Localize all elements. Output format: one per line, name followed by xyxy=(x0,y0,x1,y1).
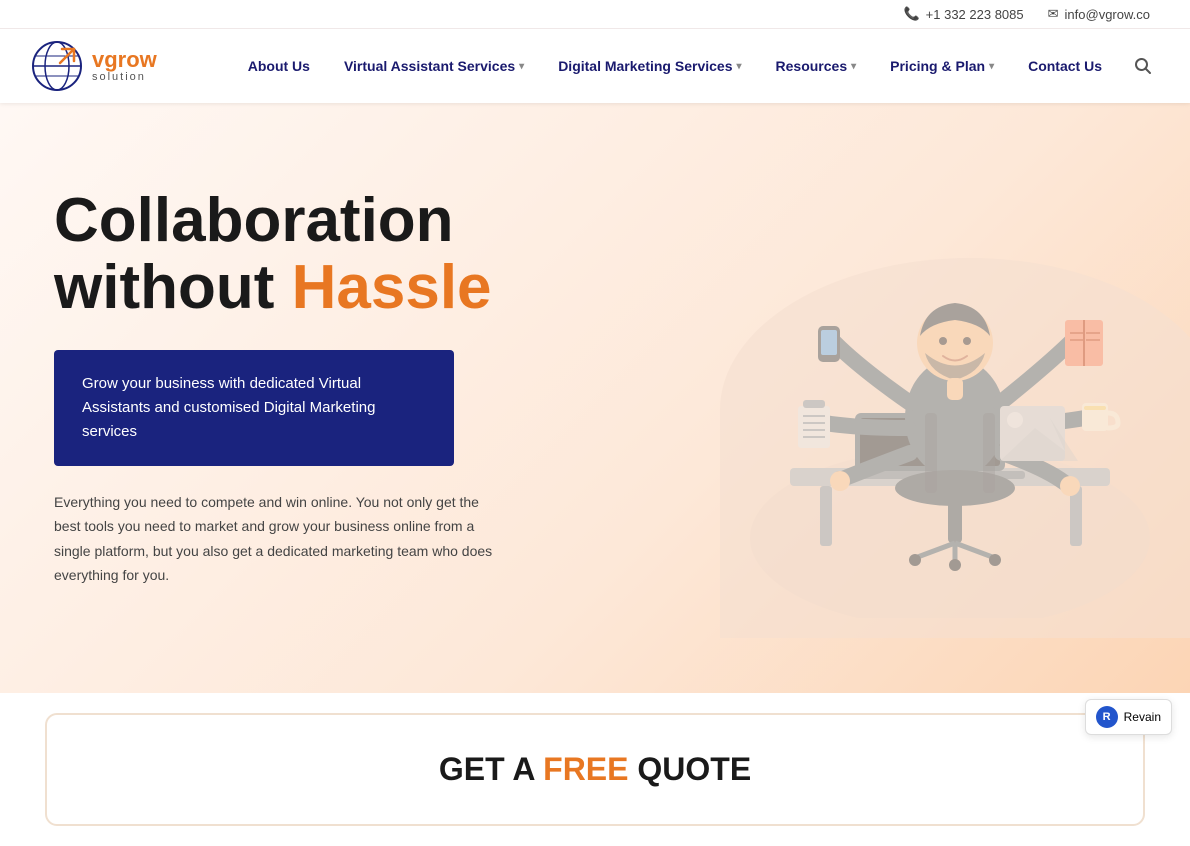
revain-icon: R xyxy=(1096,706,1118,728)
revain-label: Revain xyxy=(1124,710,1161,724)
quote-title: GET A FREE QUOTE xyxy=(107,751,1083,788)
top-bar: 📞 +1 332 223 8085 ✉ info@vgrow.co xyxy=(0,0,1190,29)
quote-free-text: FREE xyxy=(543,751,628,787)
site-header: 📞 +1 332 223 8085 ✉ info@vgrow.co xyxy=(0,0,1190,103)
quote-section: GET A FREE QUOTE xyxy=(45,713,1145,826)
hero-tagline-box: Grow your business with dedicated Virtua… xyxy=(54,350,454,466)
email-icon: ✉ xyxy=(1048,6,1059,22)
hero-content: Collaboration without Hassle Grow your b… xyxy=(0,188,494,588)
hero-illustration xyxy=(630,138,1190,638)
nav-item-resources[interactable]: Resources ▾ xyxy=(762,50,871,82)
search-icon xyxy=(1134,57,1152,75)
search-button[interactable] xyxy=(1126,49,1160,83)
quote-section-wrapper: GET A FREE QUOTE xyxy=(0,693,1190,846)
revain-badge[interactable]: R Revain xyxy=(1085,699,1172,735)
nav-item-digital[interactable]: Digital Marketing Services ▾ xyxy=(544,50,755,82)
phone-bar-item[interactable]: 📞 +1 332 223 8085 xyxy=(903,6,1023,22)
phone-number: +1 332 223 8085 xyxy=(926,7,1024,22)
chevron-down-icon: ▾ xyxy=(851,61,856,72)
phone-icon: 📞 xyxy=(903,6,919,22)
chevron-down-icon: ▾ xyxy=(989,61,994,72)
chevron-down-icon: ▾ xyxy=(519,61,524,72)
logo[interactable]: vgrow solution xyxy=(30,39,157,93)
nav-item-about[interactable]: About Us xyxy=(234,50,324,82)
email-bar-item[interactable]: ✉ info@vgrow.co xyxy=(1048,6,1150,22)
email-address: info@vgrow.co xyxy=(1065,7,1150,22)
logo-subtitle: solution xyxy=(92,71,157,83)
nav-links: About Us Virtual Assistant Services ▾ Di… xyxy=(234,50,1116,82)
nav-item-virtual[interactable]: Virtual Assistant Services ▾ xyxy=(330,50,538,82)
nav-item-contact[interactable]: Contact Us xyxy=(1014,50,1116,82)
chevron-down-icon: ▾ xyxy=(736,61,741,72)
hero-body-text: Everything you need to compete and win o… xyxy=(54,490,494,588)
nav-item-pricing[interactable]: Pricing & Plan ▾ xyxy=(876,50,1008,82)
hero-headline: Collaboration without Hassle xyxy=(54,188,494,322)
nav-bar: vgrow solution About Us Virtual Assistan… xyxy=(0,29,1190,103)
hero-section: Collaboration without Hassle Grow your b… xyxy=(0,103,1190,693)
logo-icon xyxy=(30,39,84,93)
illustration-bg xyxy=(720,258,1190,638)
